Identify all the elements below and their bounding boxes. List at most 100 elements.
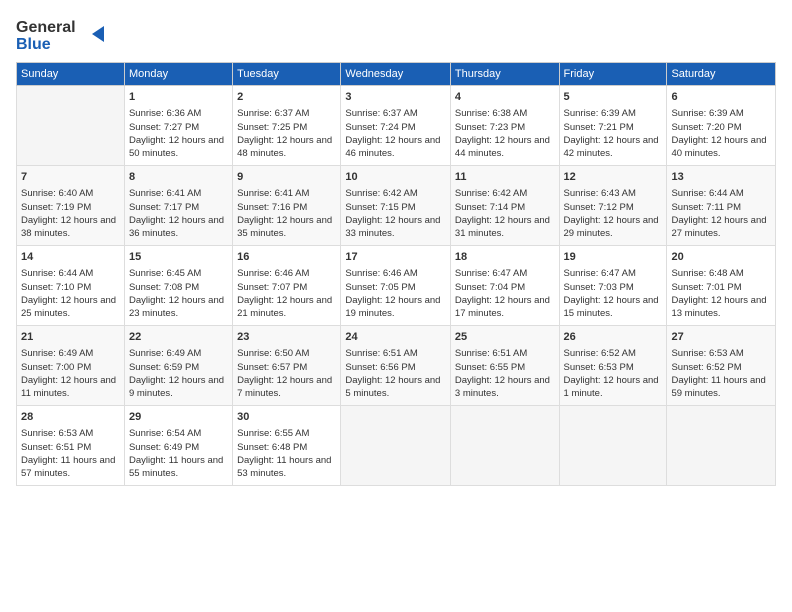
sunrise-text: Sunrise: 6:40 AM	[21, 187, 120, 200]
day-number: 27	[671, 330, 771, 345]
daylight-text: Daylight: 12 hours and 15 minutes.	[564, 294, 663, 321]
daylight-text: Daylight: 11 hours and 59 minutes.	[671, 374, 771, 401]
col-header-friday: Friday	[559, 63, 667, 86]
daylight-text: Daylight: 12 hours and 23 minutes.	[129, 294, 228, 321]
sunset-text: Sunset: 6:55 PM	[455, 361, 555, 374]
daylight-text: Daylight: 12 hours and 11 minutes.	[21, 374, 120, 401]
day-number: 19	[564, 250, 663, 265]
calendar-table: SundayMondayTuesdayWednesdayThursdayFrid…	[16, 62, 776, 486]
col-header-thursday: Thursday	[450, 63, 559, 86]
daylight-text: Daylight: 12 hours and 38 minutes.	[21, 214, 120, 241]
sunrise-text: Sunrise: 6:44 AM	[671, 187, 771, 200]
sunrise-text: Sunrise: 6:41 AM	[237, 187, 336, 200]
sunset-text: Sunset: 7:11 PM	[671, 201, 771, 214]
daylight-text: Daylight: 12 hours and 25 minutes.	[21, 294, 120, 321]
day-number: 18	[455, 250, 555, 265]
daylight-text: Daylight: 12 hours and 29 minutes.	[564, 214, 663, 241]
day-number: 4	[455, 90, 555, 105]
sunrise-text: Sunrise: 6:47 AM	[564, 267, 663, 280]
day-number: 14	[21, 250, 120, 265]
day-number: 16	[237, 250, 336, 265]
day-cell: 15Sunrise: 6:45 AMSunset: 7:08 PMDayligh…	[124, 246, 232, 326]
day-number: 13	[671, 170, 771, 185]
sunset-text: Sunset: 6:57 PM	[237, 361, 336, 374]
sunrise-text: Sunrise: 6:51 AM	[455, 347, 555, 360]
sunset-text: Sunset: 7:25 PM	[237, 121, 336, 134]
day-number: 28	[21, 410, 120, 425]
sunrise-text: Sunrise: 6:45 AM	[129, 267, 228, 280]
day-number: 20	[671, 250, 771, 265]
day-cell: 23Sunrise: 6:50 AMSunset: 6:57 PMDayligh…	[233, 326, 341, 406]
daylight-text: Daylight: 12 hours and 1 minute.	[564, 374, 663, 401]
day-cell: 4Sunrise: 6:38 AMSunset: 7:23 PMDaylight…	[450, 86, 559, 166]
day-cell	[341, 406, 451, 486]
week-row-2: 7Sunrise: 6:40 AMSunset: 7:19 PMDaylight…	[17, 166, 776, 246]
week-row-1: 1Sunrise: 6:36 AMSunset: 7:27 PMDaylight…	[17, 86, 776, 166]
sunset-text: Sunset: 7:12 PM	[564, 201, 663, 214]
logo: General Blue	[16, 16, 106, 52]
sunrise-text: Sunrise: 6:42 AM	[345, 187, 446, 200]
page: General Blue SundayMondayTuesdayWednesda…	[0, 0, 792, 612]
sunrise-text: Sunrise: 6:52 AM	[564, 347, 663, 360]
logo-svg: General Blue	[16, 16, 106, 52]
day-number: 11	[455, 170, 555, 185]
daylight-text: Daylight: 12 hours and 40 minutes.	[671, 134, 771, 161]
sunrise-text: Sunrise: 6:42 AM	[455, 187, 555, 200]
day-cell: 26Sunrise: 6:52 AMSunset: 6:53 PMDayligh…	[559, 326, 667, 406]
header: General Blue	[16, 16, 776, 52]
sunrise-text: Sunrise: 6:44 AM	[21, 267, 120, 280]
day-number: 24	[345, 330, 446, 345]
sunset-text: Sunset: 7:24 PM	[345, 121, 446, 134]
sunrise-text: Sunrise: 6:49 AM	[21, 347, 120, 360]
day-cell: 30Sunrise: 6:55 AMSunset: 6:48 PMDayligh…	[233, 406, 341, 486]
day-cell: 19Sunrise: 6:47 AMSunset: 7:03 PMDayligh…	[559, 246, 667, 326]
day-cell	[17, 86, 125, 166]
sunrise-text: Sunrise: 6:51 AM	[345, 347, 446, 360]
col-header-wednesday: Wednesday	[341, 63, 451, 86]
day-cell: 29Sunrise: 6:54 AMSunset: 6:49 PMDayligh…	[124, 406, 232, 486]
daylight-text: Daylight: 12 hours and 36 minutes.	[129, 214, 228, 241]
daylight-text: Daylight: 12 hours and 31 minutes.	[455, 214, 555, 241]
day-cell: 10Sunrise: 6:42 AMSunset: 7:15 PMDayligh…	[341, 166, 451, 246]
daylight-text: Daylight: 12 hours and 5 minutes.	[345, 374, 446, 401]
daylight-text: Daylight: 12 hours and 9 minutes.	[129, 374, 228, 401]
day-cell: 5Sunrise: 6:39 AMSunset: 7:21 PMDaylight…	[559, 86, 667, 166]
sunrise-text: Sunrise: 6:39 AM	[671, 107, 771, 120]
daylight-text: Daylight: 12 hours and 21 minutes.	[237, 294, 336, 321]
sunset-text: Sunset: 7:20 PM	[671, 121, 771, 134]
sunrise-text: Sunrise: 6:36 AM	[129, 107, 228, 120]
daylight-text: Daylight: 12 hours and 7 minutes.	[237, 374, 336, 401]
sunrise-text: Sunrise: 6:37 AM	[237, 107, 336, 120]
day-cell: 2Sunrise: 6:37 AMSunset: 7:25 PMDaylight…	[233, 86, 341, 166]
day-cell	[450, 406, 559, 486]
sunset-text: Sunset: 7:01 PM	[671, 281, 771, 294]
day-cell	[667, 406, 776, 486]
day-cell: 16Sunrise: 6:46 AMSunset: 7:07 PMDayligh…	[233, 246, 341, 326]
day-cell: 28Sunrise: 6:53 AMSunset: 6:51 PMDayligh…	[17, 406, 125, 486]
day-cell	[559, 406, 667, 486]
col-header-tuesday: Tuesday	[233, 63, 341, 86]
sunset-text: Sunset: 6:51 PM	[21, 441, 120, 454]
day-number: 1	[129, 90, 228, 105]
day-cell: 12Sunrise: 6:43 AMSunset: 7:12 PMDayligh…	[559, 166, 667, 246]
day-cell: 25Sunrise: 6:51 AMSunset: 6:55 PMDayligh…	[450, 326, 559, 406]
daylight-text: Daylight: 12 hours and 27 minutes.	[671, 214, 771, 241]
week-row-3: 14Sunrise: 6:44 AMSunset: 7:10 PMDayligh…	[17, 246, 776, 326]
week-row-4: 21Sunrise: 6:49 AMSunset: 7:00 PMDayligh…	[17, 326, 776, 406]
day-number: 8	[129, 170, 228, 185]
day-cell: 14Sunrise: 6:44 AMSunset: 7:10 PMDayligh…	[17, 246, 125, 326]
day-number: 17	[345, 250, 446, 265]
sunrise-text: Sunrise: 6:54 AM	[129, 427, 228, 440]
day-cell: 22Sunrise: 6:49 AMSunset: 6:59 PMDayligh…	[124, 326, 232, 406]
sunset-text: Sunset: 6:59 PM	[129, 361, 228, 374]
day-cell: 11Sunrise: 6:42 AMSunset: 7:14 PMDayligh…	[450, 166, 559, 246]
daylight-text: Daylight: 12 hours and 42 minutes.	[564, 134, 663, 161]
sunrise-text: Sunrise: 6:41 AM	[129, 187, 228, 200]
daylight-text: Daylight: 12 hours and 50 minutes.	[129, 134, 228, 161]
daylight-text: Daylight: 12 hours and 33 minutes.	[345, 214, 446, 241]
day-number: 12	[564, 170, 663, 185]
sunset-text: Sunset: 7:05 PM	[345, 281, 446, 294]
day-cell: 27Sunrise: 6:53 AMSunset: 6:52 PMDayligh…	[667, 326, 776, 406]
day-number: 10	[345, 170, 446, 185]
daylight-text: Daylight: 12 hours and 3 minutes.	[455, 374, 555, 401]
